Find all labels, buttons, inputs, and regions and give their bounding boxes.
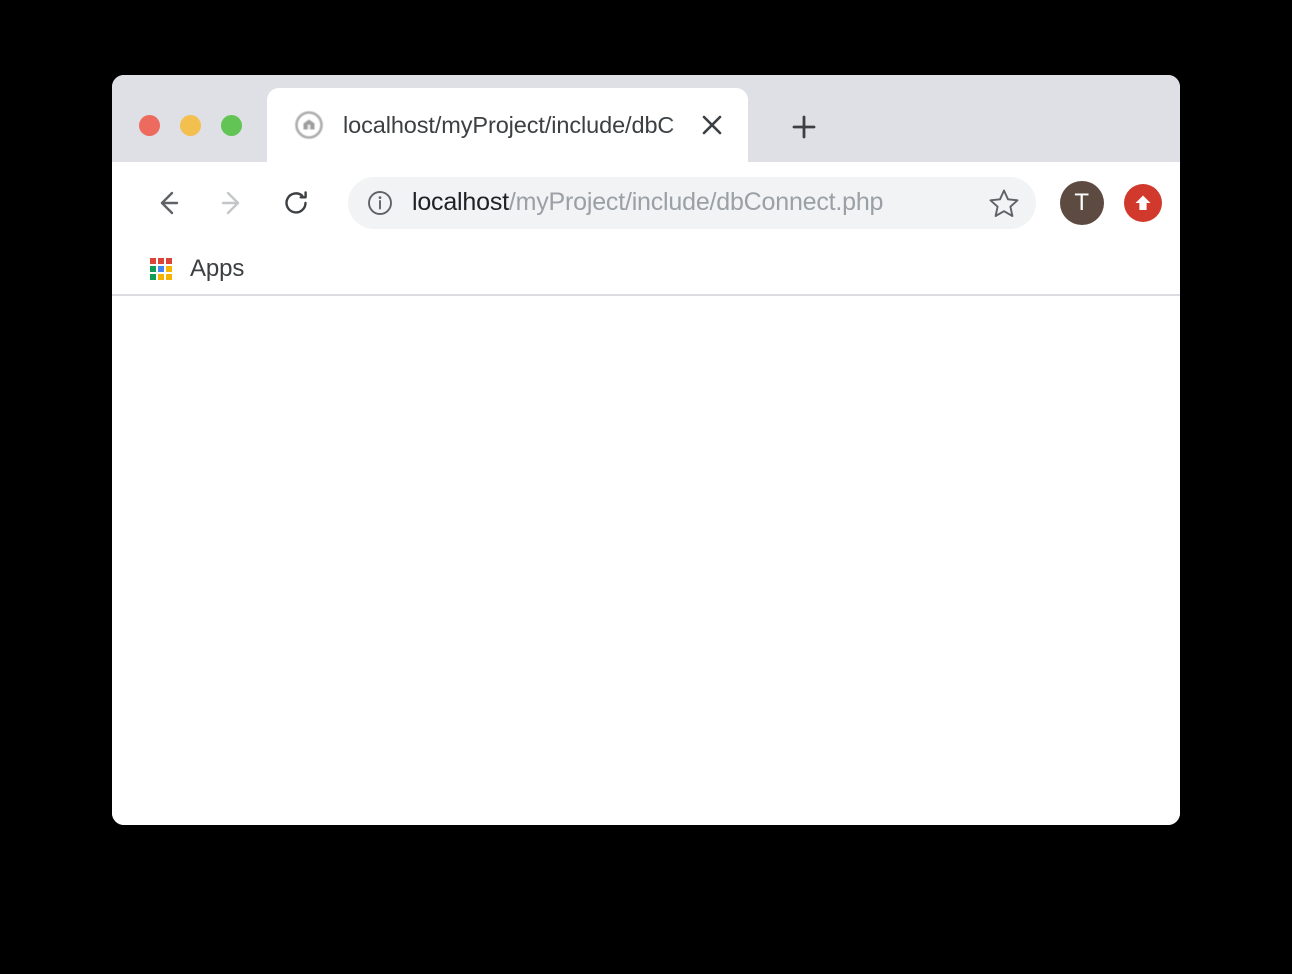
update-arrow-icon[interactable] bbox=[1124, 183, 1162, 222]
reload-button[interactable] bbox=[270, 177, 322, 229]
tab-close-icon[interactable] bbox=[692, 105, 732, 145]
address-bar-url[interactable]: localhost/myProject/include/dbConnect.ph… bbox=[412, 188, 978, 217]
url-host: localhost bbox=[412, 188, 509, 216]
address-bar[interactable]: localhost/myProject/include/dbConnect.ph… bbox=[348, 176, 1036, 229]
window-controls bbox=[139, 115, 242, 136]
profile-avatar[interactable]: T bbox=[1060, 180, 1104, 225]
window-minimize-button[interactable] bbox=[180, 115, 201, 136]
browser-tab-active[interactable]: localhost/myProject/include/dbC bbox=[267, 88, 748, 162]
apps-grid-icon bbox=[150, 257, 172, 280]
browser-window: localhost/myProject/include/dbC localhos… bbox=[112, 75, 1180, 825]
forward-button[interactable] bbox=[206, 177, 258, 229]
tab-strip: localhost/myProject/include/dbC bbox=[112, 75, 1180, 162]
back-button[interactable] bbox=[142, 177, 194, 229]
arrow-right-icon bbox=[221, 191, 240, 214]
globe-favicon-icon bbox=[295, 111, 323, 139]
reload-icon bbox=[285, 190, 307, 214]
bookmark-apps-label: Apps bbox=[190, 254, 245, 282]
star-outline-icon[interactable] bbox=[986, 185, 1022, 221]
bookmark-item-apps[interactable]: Apps bbox=[142, 249, 252, 289]
browser-tab-title: localhost/myProject/include/dbC bbox=[343, 111, 675, 138]
window-close-button[interactable] bbox=[139, 115, 160, 136]
page-content-area bbox=[112, 296, 1180, 825]
window-maximize-button[interactable] bbox=[221, 115, 242, 136]
arrow-left-icon bbox=[160, 191, 179, 214]
bookmarks-bar: Apps bbox=[112, 243, 1180, 296]
avatar-initial: T bbox=[1074, 188, 1090, 216]
info-circle-icon[interactable] bbox=[366, 189, 394, 217]
browser-toolbar: localhost/myProject/include/dbConnect.ph… bbox=[112, 162, 1180, 243]
url-path: /myProject/include/dbConnect.php bbox=[508, 188, 884, 216]
new-tab-button[interactable] bbox=[780, 105, 828, 149]
